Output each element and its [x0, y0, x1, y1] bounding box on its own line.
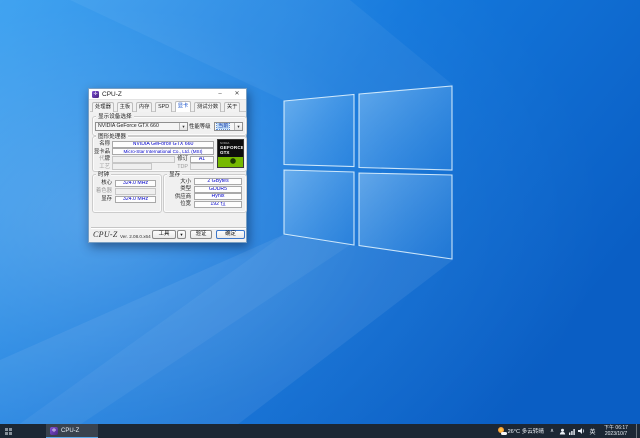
tab-spd[interactable]: SPD	[155, 102, 172, 112]
tab-memory[interactable]: 内存	[136, 102, 153, 112]
gpu-codename-label: 代号	[91, 156, 110, 163]
nvidia-eye-icon	[218, 157, 243, 167]
mem-type-field: GDDR5	[194, 186, 242, 193]
gpu-revision-label: 修订	[176, 156, 188, 163]
taskbar-app-cpuz[interactable]: CPU-Z	[46, 424, 98, 438]
volume-icon[interactable]	[577, 424, 587, 438]
chevron-down-icon[interactable]: ▾	[234, 123, 242, 130]
tab-bar: 处理器 主板 内存 SPD 显卡 测试分数 关于	[90, 101, 246, 112]
start-button[interactable]	[0, 424, 18, 438]
gpu-name-field: NVIDIA GeForce GTX 660	[112, 141, 214, 148]
group-memory-title: 显存	[167, 172, 182, 179]
clock-core-label: 核心	[91, 180, 112, 187]
mem-vendor-label: 供应商	[165, 194, 191, 201]
cpuz-brand-text: CPU-Z	[93, 230, 118, 239]
system-tray: 26°C 多云转晴 ∧ 英 下午 06:17 2023/10/7	[495, 424, 640, 438]
ime-language-indicator[interactable]: 英	[587, 427, 598, 436]
hidden-icons-chevron[interactable]: ∧	[547, 424, 557, 438]
gpu-technology-field	[112, 163, 152, 170]
tab-about[interactable]: 关于	[224, 102, 241, 112]
footer-divider	[91, 227, 246, 228]
gpu-revision-field: A1	[190, 156, 214, 163]
mem-type-label: 类型	[165, 186, 191, 193]
show-desktop-button[interactable]	[636, 424, 640, 438]
window-title: CPU-Z	[102, 91, 122, 98]
validate-button[interactable]: 验证	[190, 230, 212, 239]
mem-size-field: 2 GBytes	[194, 178, 242, 185]
clock-shaders-label: 着色器	[91, 188, 112, 195]
group-gpu-title: 图形处理器	[96, 134, 128, 141]
mem-buswidth-field: 192 位	[194, 201, 242, 208]
gpu-codename-field	[112, 156, 175, 163]
gpu-technology-label: 工艺	[91, 164, 110, 171]
display-device-value: NVIDIA GeForce GTX 660	[98, 123, 159, 129]
clock-shaders-field	[115, 188, 156, 195]
tab-bench[interactable]: 测试分数	[194, 102, 221, 112]
gtx-text: GTX	[218, 150, 243, 155]
weather-text: 26°C 多云转晴	[508, 427, 544, 435]
clock-core-field: 324.0 MHz	[115, 180, 156, 187]
security-person-icon[interactable]	[557, 424, 567, 438]
taskbar: CPU-Z 26°C 多云转晴 ∧ 英 下午 06:17 2023/	[0, 424, 640, 438]
group-display-device-title: 显示设备选择	[96, 114, 134, 121]
clock-memory-label: 显存	[91, 196, 112, 203]
gpu-tdp-label: TDP	[176, 164, 188, 171]
cpuz-taskbar-label: CPU-Z	[61, 428, 79, 434]
mem-buswidth-label: 位宽	[165, 201, 191, 208]
windows-logo-icon	[5, 428, 12, 435]
geforce-text: GEFORCE	[218, 145, 243, 150]
mem-vendor-field: Hynix	[194, 193, 242, 200]
chevron-down-icon[interactable]: ▾	[179, 123, 187, 130]
screen: CPU-Z – ✕ 处理器 主板 内存 SPD 显卡 测试分数 关于 显示设备选…	[0, 0, 640, 438]
display-device-dropdown[interactable]: NVIDIA GeForce GTX 660 ▾	[95, 122, 188, 131]
ok-button[interactable]: 确定	[216, 230, 245, 239]
perf-level-dropdown[interactable]: 当前 ▾	[214, 122, 243, 131]
tab-cpu[interactable]: 处理器	[92, 102, 114, 112]
network-icon[interactable]	[567, 424, 577, 438]
tools-dropdown-button[interactable]: ▼	[177, 230, 186, 239]
cpuz-app-icon	[92, 91, 99, 98]
close-button[interactable]: ✕	[229, 89, 245, 100]
clock-date: 2023/10/7	[598, 431, 634, 437]
gpu-name-label: 名称	[91, 141, 110, 148]
minimize-button[interactable]: –	[212, 89, 228, 100]
tools-button[interactable]: 工具	[152, 230, 176, 239]
weather-widget[interactable]: 26°C 多云转晴	[495, 424, 547, 438]
geforce-gtx-logo: NVIDIA GEFORCE GTX	[217, 139, 244, 168]
perf-level-label: 性能等级	[189, 124, 213, 131]
gpu-tdp-field	[190, 163, 214, 170]
tab-mainboard[interactable]: 主板	[117, 102, 134, 112]
tab-graphics[interactable]: 显卡	[175, 101, 192, 112]
group-clocks-title: 时钟	[96, 172, 111, 179]
taskbar-clock[interactable]: 下午 06:17 2023/10/7	[598, 425, 636, 437]
perf-level-value: 当前	[217, 123, 229, 129]
clock-memory-field: 324.0 MHz	[115, 196, 156, 203]
titlebar[interactable]: CPU-Z – ✕	[89, 89, 246, 100]
cpuz-taskbar-icon	[50, 427, 58, 435]
mem-size-label: 大小	[165, 179, 191, 186]
gpu-board-field: Micro-Star International Co., Ltd. (MSI)	[112, 148, 214, 155]
cpuz-window: CPU-Z – ✕ 处理器 主板 内存 SPD 显卡 测试分数 关于 显示设备选…	[88, 88, 247, 243]
version-text: Ver. 2.08.0.x64	[120, 234, 151, 239]
weather-icon	[498, 427, 506, 435]
